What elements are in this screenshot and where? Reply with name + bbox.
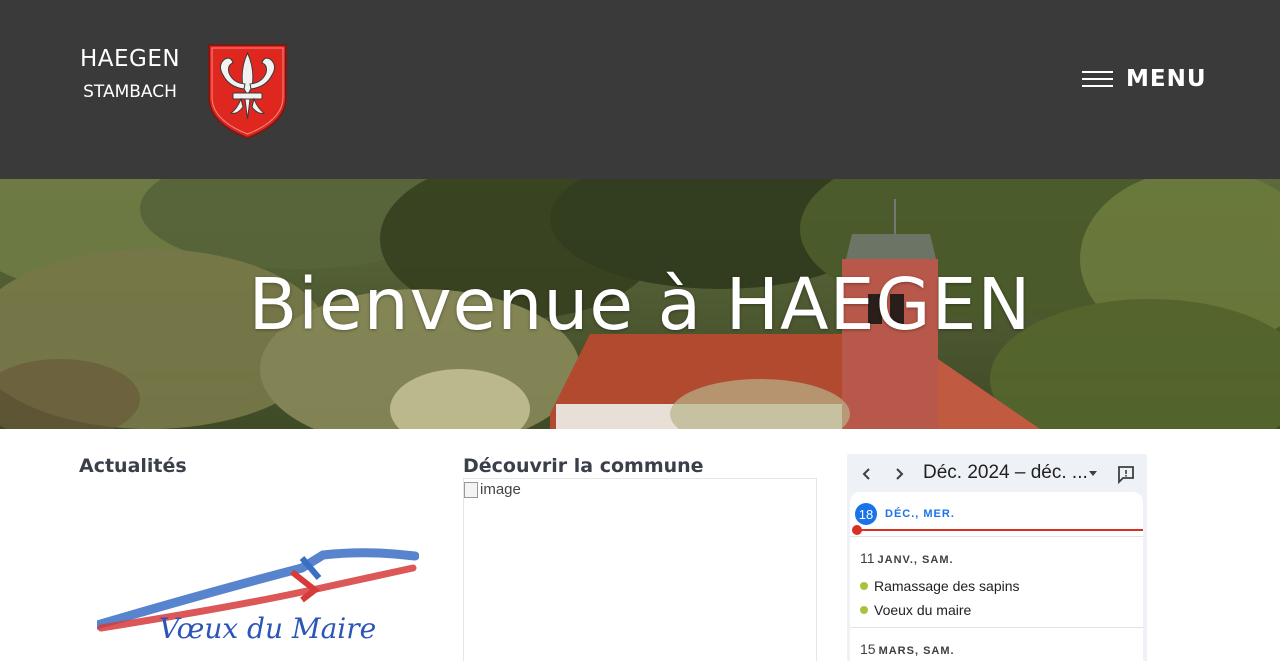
coat-of-arms-logo[interactable] xyxy=(207,43,288,140)
chevron-right-icon xyxy=(896,468,904,480)
feedback-icon[interactable] xyxy=(1116,464,1136,484)
hero-title: Bienvenue à HAEGEN xyxy=(248,263,1032,346)
calendar-toolbar: Déc. 2024 – déc. ... xyxy=(847,454,1147,494)
today-date-badge: 18 xyxy=(855,503,877,525)
today-label: DÉC., MER. xyxy=(885,508,955,520)
broken-image[interactable]: image xyxy=(464,481,521,498)
event-title: Ramassage des sapins xyxy=(874,578,1020,594)
discover-image-frame: image xyxy=(463,478,817,661)
calendar-agenda: 18 DÉC., MER. 11 JANV., SAM. Ramassage de… xyxy=(850,492,1143,661)
menu-button[interactable]: MENU xyxy=(1082,63,1207,95)
broken-image-icon xyxy=(464,481,478,498)
site-name: HAEGEN xyxy=(79,46,181,72)
agenda-event[interactable]: Ramassage des sapins xyxy=(860,578,1020,594)
news-section-title: Actualités xyxy=(79,455,187,477)
event-color-dot xyxy=(860,606,868,614)
discover-section-title: Découvrir la commune xyxy=(463,455,704,477)
calendar-next-button[interactable] xyxy=(888,463,910,485)
event-title: Voeux du maire xyxy=(874,602,972,618)
calendar-prev-button[interactable] xyxy=(856,463,878,485)
hamburger-icon xyxy=(1082,71,1113,87)
calendar-widget: Déc. 2024 – déc. ... 18 DÉC., MER. 11 JAN… xyxy=(847,454,1147,661)
agenda-day-header: 11 JANV., SAM. xyxy=(860,550,954,566)
news-thumbnail[interactable]: Vœux du Maire xyxy=(97,520,419,661)
site-header: HAEGEN STAMBACH MENU xyxy=(0,0,1280,179)
divider xyxy=(850,536,1143,537)
agenda-event[interactable]: Voeux du maire xyxy=(860,602,971,618)
chevron-left-icon xyxy=(862,468,870,480)
menu-label: MENU xyxy=(1126,66,1207,92)
site-subtitle: STAMBACH xyxy=(83,82,177,102)
news-thumbnail-caption: Vœux du Maire xyxy=(159,612,376,645)
current-time-dot xyxy=(852,525,862,535)
event-color-dot xyxy=(860,582,868,590)
broken-image-alt: image xyxy=(480,481,521,498)
calendar-range-label[interactable]: Déc. 2024 – déc. ... xyxy=(923,462,1088,484)
current-time-line xyxy=(855,529,1143,531)
dropdown-arrow-icon[interactable] xyxy=(1086,466,1100,480)
today-row: 18 DÉC., MER. xyxy=(850,492,1143,530)
divider xyxy=(850,627,1143,628)
hero-banner: Bienvenue à HAEGEN xyxy=(0,179,1280,429)
site-brand[interactable]: HAEGEN STAMBACH xyxy=(79,44,181,107)
agenda-day-header: 15 MARS, SAM. xyxy=(860,641,955,657)
